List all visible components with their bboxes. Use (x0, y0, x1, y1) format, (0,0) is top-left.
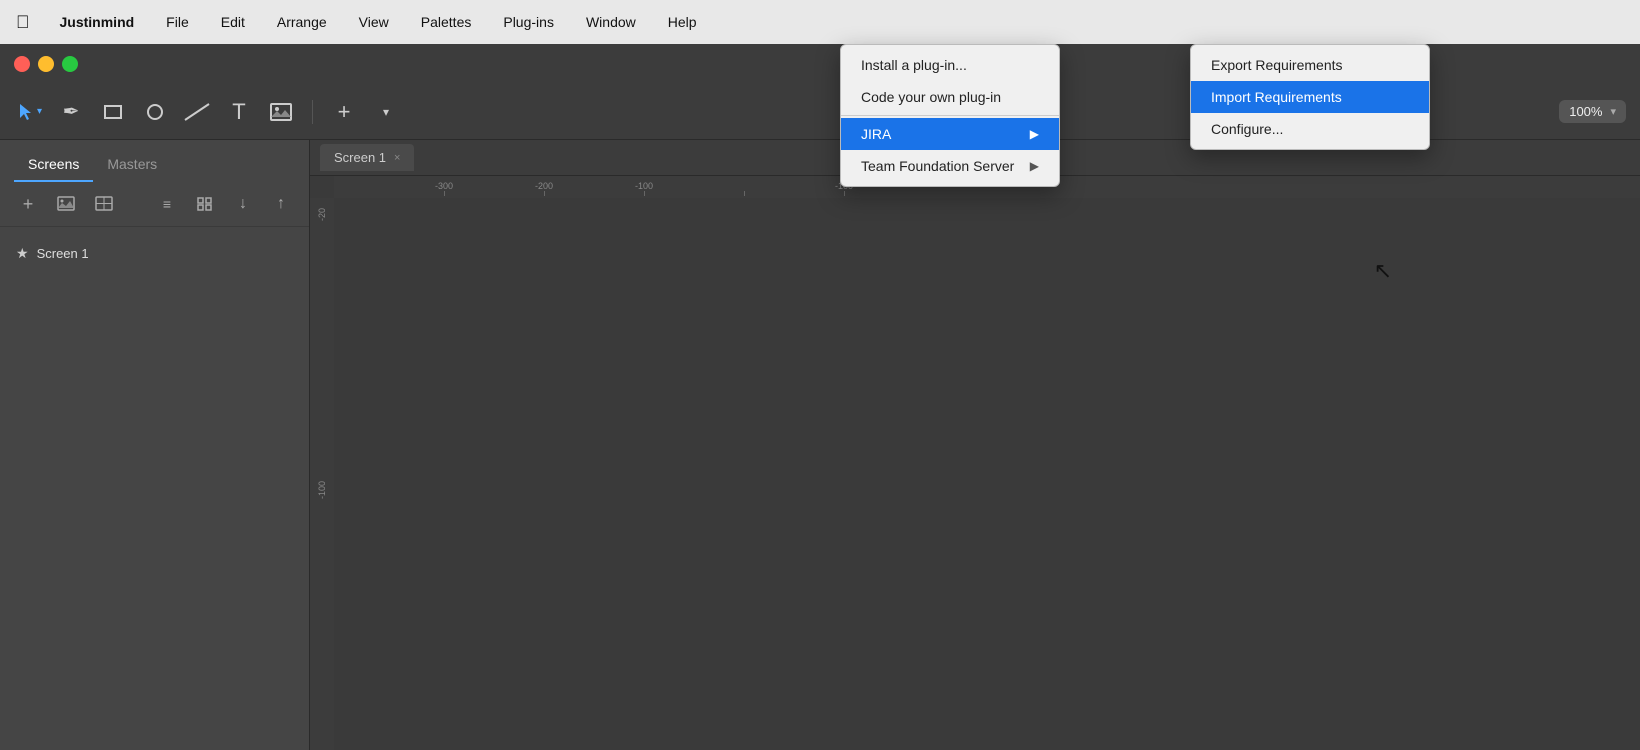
sidebar-actions: + ≡ (0, 182, 309, 227)
screen-item[interactable]: ★ Screen 1 (0, 237, 309, 270)
sort-up-button[interactable]: ↑ (267, 190, 295, 218)
line-tool[interactable] (182, 97, 212, 127)
menu-file[interactable]: File (160, 12, 195, 32)
ruler-mark-0 (694, 191, 794, 196)
screen-star-icon: ★ (16, 245, 29, 262)
ruler-v-label-20: -20 (317, 208, 327, 221)
ruler-vertical: -20 -100 0 (310, 198, 334, 750)
menu-item-install[interactable]: Install a plug-in... (841, 49, 1059, 81)
canvas-area: Screen 1 × -300 -200 -100 (310, 140, 1640, 750)
maximize-button[interactable] (62, 56, 78, 72)
tab-masters[interactable]: Masters (93, 150, 171, 182)
text-tool[interactable]: T (224, 97, 254, 127)
sort-down-button[interactable]: ↓ (229, 190, 257, 218)
menu-item-code[interactable]: Code your own plug-in (841, 81, 1059, 113)
add-image-button[interactable] (52, 190, 80, 218)
zoom-value: 100% (1569, 104, 1602, 119)
menu-item-tfs[interactable]: Team Foundation Server ▶ (841, 150, 1059, 182)
zoom-dropdown-icon: ▾ (1610, 105, 1616, 118)
image-tool[interactable] (266, 97, 296, 127)
menu-item-export[interactable]: Export Requirements (1191, 49, 1429, 81)
main-layout: Screens Masters + ≡ (0, 140, 1640, 750)
menu-view[interactable]: View (353, 12, 395, 32)
list-view-button[interactable]: ≡ (153, 190, 181, 218)
menu-window[interactable]: Window (580, 12, 642, 32)
tfs-label: Team Foundation Server (861, 158, 1014, 174)
menu-palettes[interactable]: Palettes (415, 12, 478, 32)
apple-menu[interactable]:  (16, 12, 30, 33)
ruler-mark-100: -100 (594, 181, 694, 196)
minimize-button[interactable] (38, 56, 54, 72)
zoom-control[interactable]: 100% ▾ (1559, 100, 1626, 123)
tab-screens[interactable]: Screens (14, 150, 93, 182)
screen-item-label: Screen 1 (37, 246, 89, 261)
sidebar-content: ★ Screen 1 (0, 227, 309, 750)
grid-view-button[interactable] (191, 190, 219, 218)
menu-edit[interactable]: Edit (215, 12, 251, 32)
menu-help[interactable]: Help (662, 12, 703, 32)
add-screen-button[interactable]: + (14, 190, 42, 218)
pen-tool[interactable]: ✒ (56, 97, 86, 127)
canvas-tab-label: Screen 1 (334, 150, 386, 165)
add-element-button[interactable]: + (329, 97, 359, 127)
menu-bar:  Justinmind File Edit Arrange View Pale… (0, 0, 1640, 44)
jira-label: JIRA (861, 126, 891, 142)
circle-tool[interactable] (140, 97, 170, 127)
add-component-button[interactable] (90, 190, 118, 218)
ruler-mark-300: -300 (394, 181, 494, 196)
menu-item-import[interactable]: Import Requirements (1191, 81, 1429, 113)
canvas-background (334, 198, 1640, 750)
jira-submenu-arrow: ▶ (1030, 127, 1039, 141)
canvas-tab-close-button[interactable]: × (394, 152, 400, 164)
tfs-submenu-arrow: ▶ (1030, 159, 1039, 173)
rectangle-tool[interactable] (98, 97, 128, 127)
jira-submenu: Export Requirements Import Requirements … (1190, 44, 1430, 150)
add-dropdown-button[interactable]: ▾ (371, 97, 401, 127)
sidebar-tab-bar: Screens Masters (0, 140, 309, 182)
ruler-mark-200: -200 (494, 181, 594, 196)
ruler-v-label-100: -100 (317, 481, 327, 499)
menu-item-jira[interactable]: JIRA ▶ (841, 118, 1059, 150)
toolbar-separator (312, 100, 313, 124)
sidebar: Screens Masters + ≡ (0, 140, 310, 750)
menu-separator-1 (841, 115, 1059, 116)
menu-item-configure[interactable]: Configure... (1191, 113, 1429, 145)
menu-plugins[interactable]: Plug-ins (497, 12, 560, 32)
menu-justinmind[interactable]: Justinmind (54, 12, 141, 32)
select-tool[interactable]: ▾ (14, 97, 44, 127)
plugin-menu: Install a plug-in... Code your own plug-… (840, 44, 1060, 187)
close-button[interactable] (14, 56, 30, 72)
canvas-tab-screen1[interactable]: Screen 1 × (320, 144, 414, 171)
menu-arrange[interactable]: Arrange (271, 12, 333, 32)
